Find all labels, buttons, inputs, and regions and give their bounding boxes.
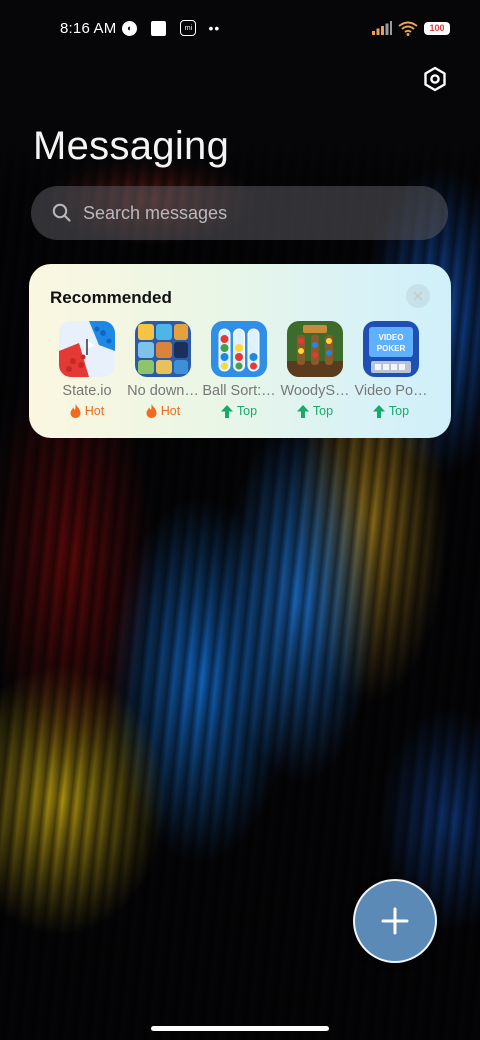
recommended-app-woody[interactable]: WoodyS… Top bbox=[277, 321, 353, 431]
state-io-app-icon bbox=[59, 321, 115, 377]
app-name: Video Po… bbox=[354, 383, 428, 399]
battery-icon: 100 bbox=[424, 21, 450, 35]
page-title: Messaging bbox=[33, 124, 230, 168]
search-placeholder: Search messages bbox=[83, 202, 228, 223]
square-notification-icon bbox=[151, 20, 167, 36]
app-badge: Top bbox=[296, 404, 334, 418]
svg-text:POKER: POKER bbox=[377, 344, 406, 353]
status-bar: 8:16 AM ◐ mi •• 100 bbox=[0, 0, 480, 56]
app-notification-icon: ◐ bbox=[122, 20, 138, 36]
ball-sort-app-icon bbox=[211, 321, 267, 377]
recommended-close-button[interactable] bbox=[406, 284, 430, 308]
wifi-icon bbox=[398, 21, 418, 36]
recommended-app-no-download[interactable]: No down… Hot bbox=[125, 321, 201, 431]
arrow-up-icon bbox=[220, 404, 233, 418]
home-indicator[interactable] bbox=[151, 1026, 329, 1031]
status-time: 8:16 AM bbox=[60, 19, 117, 37]
search-input[interactable]: Search messages bbox=[31, 186, 448, 240]
app-badge: Top bbox=[220, 404, 258, 418]
app-name: No down… bbox=[127, 383, 199, 399]
recommended-apps-list: State.io Hot No down… Hot Ball Sort:… To… bbox=[51, 321, 441, 431]
app-badge: Hot bbox=[146, 404, 180, 418]
app-badge-label: Top bbox=[388, 404, 410, 418]
no-download-app-icon bbox=[135, 321, 191, 377]
new-message-button[interactable] bbox=[353, 879, 437, 963]
signal-icon bbox=[372, 21, 392, 35]
status-left: 8:16 AM ◐ mi •• bbox=[60, 20, 220, 37]
recommended-title: Recommended bbox=[50, 288, 172, 307]
app-badge-label: Hot bbox=[84, 404, 105, 418]
arrow-up-icon bbox=[372, 404, 385, 418]
more-dots-icon: •• bbox=[208, 20, 221, 36]
flame-icon bbox=[70, 404, 81, 418]
app-badge-label: Top bbox=[312, 404, 334, 418]
svg-text:VIDEO: VIDEO bbox=[379, 333, 404, 342]
app-badge-label: Top bbox=[236, 404, 258, 418]
app-name: State.io bbox=[62, 383, 112, 399]
app-badge-label: Hot bbox=[160, 404, 181, 418]
search-icon bbox=[52, 203, 71, 222]
flame-icon bbox=[146, 404, 157, 418]
woody-app-icon bbox=[287, 321, 343, 377]
close-icon bbox=[413, 291, 423, 301]
settings-hexagon-icon bbox=[424, 66, 446, 92]
app-badge: Hot bbox=[70, 404, 104, 418]
recommended-app-ball-sort[interactable]: Ball Sort:… Top bbox=[201, 321, 277, 431]
app-badge: Top bbox=[372, 404, 410, 418]
app-name: WoodyS… bbox=[280, 383, 350, 399]
arrow-up-icon bbox=[296, 404, 309, 418]
recommended-app-state-io[interactable]: State.io Hot bbox=[49, 321, 125, 431]
recommended-card: Recommended State.io Hot No down… Hot Ba… bbox=[29, 264, 451, 438]
status-right: 100 bbox=[372, 21, 450, 36]
recommended-app-video-poker[interactable]: VIDEO POKER Video Po… Top bbox=[353, 321, 429, 431]
mi-icon: mi bbox=[180, 20, 197, 36]
settings-button[interactable] bbox=[418, 62, 452, 96]
plus-icon bbox=[381, 907, 409, 935]
app-name: Ball Sort:… bbox=[202, 383, 276, 399]
video-poker-app-icon: VIDEO POKER bbox=[363, 321, 419, 377]
